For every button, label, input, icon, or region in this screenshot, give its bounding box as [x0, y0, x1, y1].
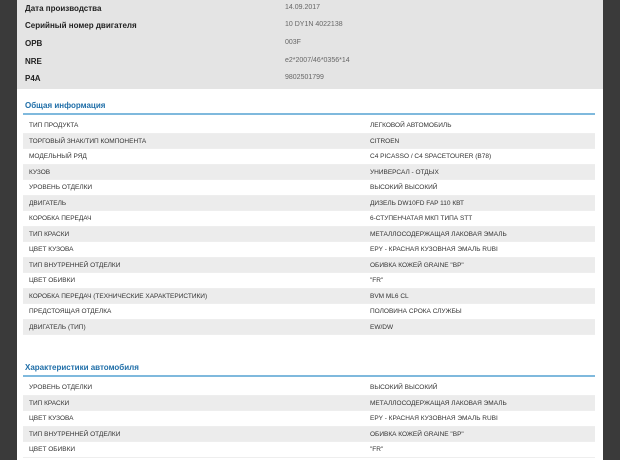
row-key: КОРОБКА ПЕРЕДАЧ — [29, 215, 92, 222]
section-title-characteristics: Характеристики автомобиля — [25, 363, 139, 372]
row-value: ОБИВКА КОЖЕЙ GRAINE "BP" — [370, 261, 464, 269]
row-value: ЛЕГКОВОЙ АВТОМОБИЛЬ — [370, 122, 452, 129]
table-row: КУЗОВ УНИВЕРСАЛ - ОТДЫХ — [23, 164, 595, 180]
row-value: МЕТАЛЛОСОДЕРЖАЩАЯ ЛАКОВАЯ ЭМАЛЬ — [370, 230, 507, 238]
row-value: EPY - КРАСНАЯ КУЗОВНАЯ ЭМАЛЬ RUBI — [370, 415, 498, 422]
row-value: ВЫСОКИЙ ВЫСОКИЙ — [370, 384, 438, 391]
row-key: ТИП ВНУТРЕННЕЙ ОТДЕЛКИ — [29, 430, 121, 438]
row-value: "FR" — [370, 446, 384, 453]
characteristics-table: УРОВЕНЬ ОТДЕЛКИ ВЫСОКИЙ ВЫСОКИЙ ТИП КРАСК… — [23, 380, 595, 458]
table-row: ЦВЕТ КУЗОВА EPY - КРАСНАЯ КУЗОВНАЯ ЭМАЛЬ … — [23, 411, 595, 427]
table-row: МОДЕЛЬНЫЙ РЯД C4 PICASSO / C4 SPACETOURER… — [23, 149, 595, 165]
table-row: УРОВЕНЬ ОТДЕЛКИ ВЫСОКИЙ ВЫСОКИЙ — [23, 180, 595, 196]
summary-row-nre: NRE e2*2007/46*0356*14 — [17, 54, 603, 71]
row-key: ДВИГАТЕЛЬ — [29, 199, 67, 207]
row-value: "FR" — [370, 277, 384, 284]
summary-row-production-date: Дата производства 14.09.2017 — [17, 1, 603, 18]
summary-label: Серийный номер двигателя — [25, 21, 137, 30]
section-divider — [23, 375, 595, 377]
row-key: ПРЕДСТОЯЩАЯ ОТДЕЛКА — [29, 308, 112, 315]
row-value: C4 PICASSO / C4 SPACETOURER (B78) — [370, 153, 492, 160]
row-key: КУЗОВ — [29, 168, 51, 176]
row-value: ДИЗЕЛЬ DW10FD FAP 110 КВТ — [370, 199, 464, 207]
row-key: ЦВЕТ ОБИВКИ — [29, 446, 76, 453]
summary-value: 14.09.2017 — [285, 4, 321, 11]
summary-value: 003F — [285, 39, 301, 46]
row-key: ТОРГОВЫЙ ЗНАК/ТИП КОМПОНЕНТА — [29, 137, 147, 145]
row-value: МЕТАЛЛОСОДЕРЖАЩАЯ ЛАКОВАЯ ЭМАЛЬ — [370, 399, 507, 407]
summary-value: 10 DY1N 4022138 — [285, 21, 343, 28]
row-key: УРОВЕНЬ ОТДЕЛКИ — [29, 384, 93, 391]
table-row: ТОРГОВЫЙ ЗНАК/ТИП КОМПОНЕНТА CITROEN — [23, 133, 595, 149]
summary-label: Дата производства — [25, 4, 102, 13]
row-key: ТИП ПРОДУКТА — [29, 122, 79, 129]
table-row: УРОВЕНЬ ОТДЕЛКИ ВЫСОКИЙ ВЫСОКИЙ — [23, 380, 595, 396]
table-row: ДВИГАТЕЛЬ ДИЗЕЛЬ DW10FD FAP 110 КВТ — [23, 195, 595, 211]
row-key: ЦВЕТ КУЗОВА — [29, 415, 74, 422]
table-row: ЦВЕТ ОБИВКИ "FR" — [23, 442, 595, 458]
table-row: ТИП ПРОДУКТА ЛЕГКОВОЙ АВТОМОБИЛЬ — [23, 118, 595, 134]
summary-row-p4a: P4A 9802501799 — [17, 71, 603, 88]
row-key: ТИП КРАСКИ — [29, 399, 70, 407]
row-value: УНИВЕРСАЛ - ОТДЫХ — [370, 168, 439, 176]
table-row: ЦВЕТ КУЗОВА EPY - КРАСНАЯ КУЗОВНАЯ ЭМАЛЬ … — [23, 242, 595, 258]
row-value: BVM ML6 CL — [370, 292, 409, 300]
table-row: ТИП КРАСКИ МЕТАЛЛОСОДЕРЖАЩАЯ ЛАКОВАЯ ЭМАЛ… — [23, 395, 595, 411]
table-row: ТИП КРАСКИ МЕТАЛЛОСОДЕРЖАЩАЯ ЛАКОВАЯ ЭМАЛ… — [23, 226, 595, 242]
row-key: ТИП КРАСКИ — [29, 230, 70, 238]
table-row: КОРОБКА ПЕРЕДАЧ 6-СТУПЕНЧАТАЯ МКП ТИПА ST… — [23, 211, 595, 227]
table-row: ЦВЕТ ОБИВКИ "FR" — [23, 273, 595, 289]
table-row: ТИП ВНУТРЕННЕЙ ОТДЕЛКИ ОБИВКА КОЖЕЙ GRAIN… — [23, 257, 595, 273]
general-info-table: ТИП ПРОДУКТА ЛЕГКОВОЙ АВТОМОБИЛЬ ТОРГОВЫЙ… — [23, 118, 595, 335]
row-value: EPY - КРАСНАЯ КУЗОВНАЯ ЭМАЛЬ RUBI — [370, 246, 498, 253]
summary-label: P4A — [25, 74, 41, 83]
row-value: ОБИВКА КОЖЕЙ GRAINE "BP" — [370, 430, 464, 438]
row-key: ТИП ВНУТРЕННЕЙ ОТДЕЛКИ — [29, 261, 121, 269]
vehicle-summary-panel: Дата производства 14.09.2017 Серийный но… — [17, 0, 603, 89]
table-row: ПРЕДСТОЯЩАЯ ОТДЕЛКА ПОЛОВИНА СРОКА СЛУЖБЫ — [23, 304, 595, 320]
table-row: ДВИГАТЕЛЬ (ТИП) EW/DW — [23, 319, 595, 335]
row-key: МОДЕЛЬНЫЙ РЯД — [29, 153, 87, 160]
row-value: EW/DW — [370, 323, 394, 331]
table-row: КОРОБКА ПЕРЕДАЧ (ТЕХНИЧЕСКИЕ ХАРАКТЕРИСТ… — [23, 288, 595, 304]
summary-label: OPB — [25, 39, 43, 48]
row-value: 6-СТУПЕНЧАТАЯ МКП ТИПА STT — [370, 215, 473, 222]
row-key: ЦВЕТ ОБИВКИ — [29, 277, 76, 284]
summary-label: NRE — [25, 57, 42, 66]
summary-row-opb: OPB 003F — [17, 36, 603, 53]
row-key: КОРОБКА ПЕРЕДАЧ (ТЕХНИЧЕСКИЕ ХАРАКТЕРИСТ… — [29, 292, 208, 300]
summary-value: 9802501799 — [285, 74, 324, 81]
table-row: ТИП ВНУТРЕННЕЙ ОТДЕЛКИ ОБИВКА КОЖЕЙ GRAIN… — [23, 426, 595, 442]
summary-row-engine-serial: Серийный номер двигателя 10 DY1N 4022138 — [17, 18, 603, 35]
row-key: ДВИГАТЕЛЬ (ТИП) — [29, 323, 86, 331]
row-value: CITROEN — [370, 137, 400, 145]
section-title-general: Общая информация — [25, 101, 106, 110]
row-key: ЦВЕТ КУЗОВА — [29, 246, 74, 253]
row-value: ВЫСОКИЙ ВЫСОКИЙ — [370, 184, 438, 191]
section-divider — [23, 113, 595, 115]
row-key: УРОВЕНЬ ОТДЕЛКИ — [29, 184, 93, 191]
row-value: ПОЛОВИНА СРОКА СЛУЖБЫ — [370, 308, 462, 315]
vehicle-info-page: Дата производства 14.09.2017 Серийный но… — [17, 0, 603, 460]
summary-value: e2*2007/46*0356*14 — [285, 57, 350, 64]
